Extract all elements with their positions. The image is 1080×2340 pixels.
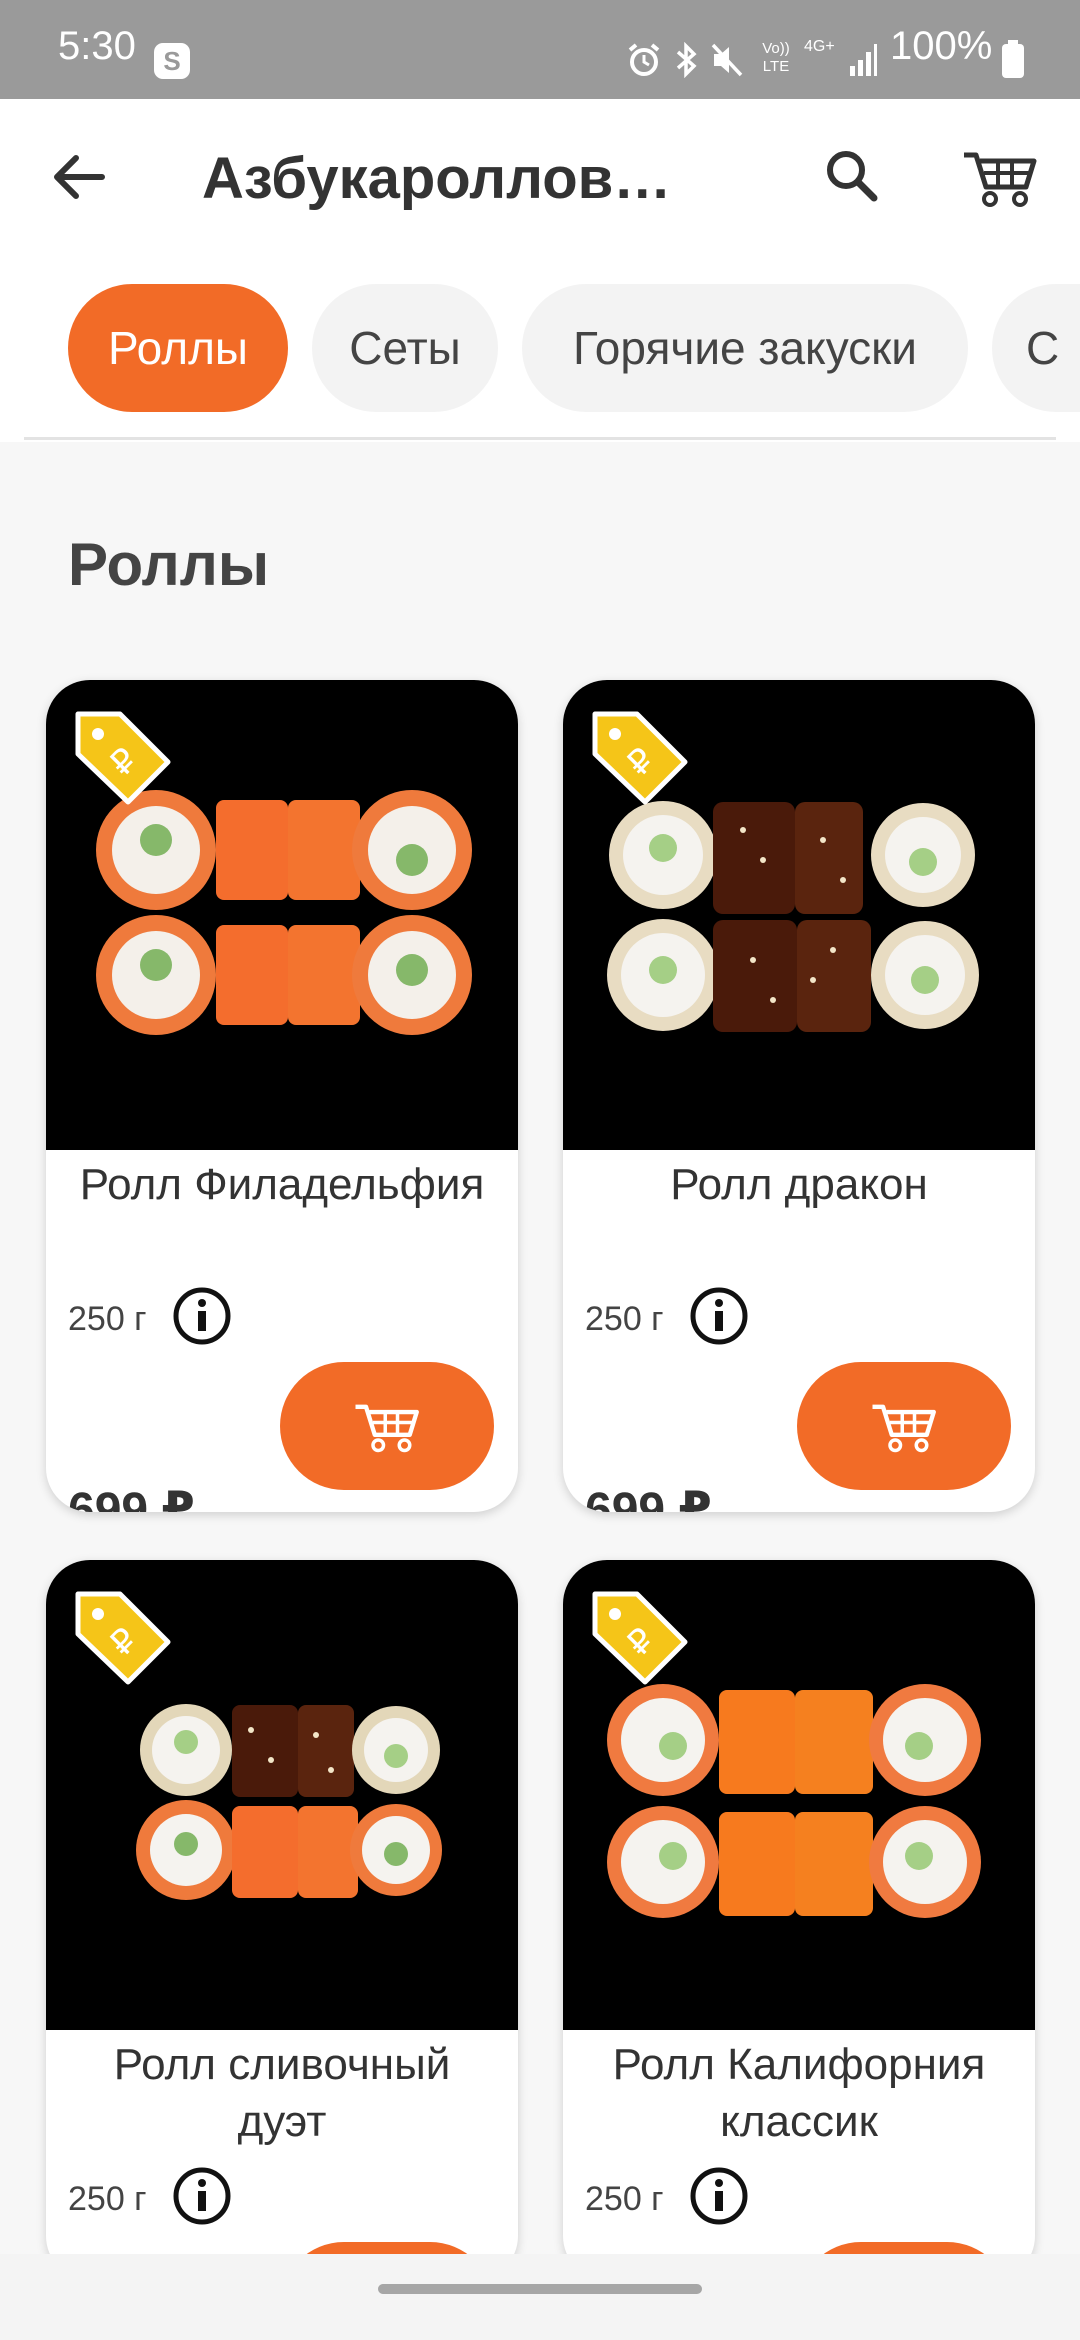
status-time: 5:30	[58, 24, 136, 68]
mute-icon	[710, 42, 744, 83]
product-name: Ролл сливочный дуэт	[113, 2040, 451, 2146]
product-image[interactable]: ₽	[563, 680, 1035, 1150]
product-card[interactable]: ₽ Ролл Калифорния классик 250 г	[563, 1560, 1035, 2280]
bluetooth-icon	[672, 41, 700, 83]
product-weight: 250 г	[585, 1300, 664, 1338]
signal-icon	[848, 42, 878, 83]
product-card[interactable]: ₽ Ролл дракон 250 г 699 ₽	[563, 680, 1035, 1512]
discount-tag-icon: ₽	[592, 1591, 688, 1685]
info-icon[interactable]	[172, 2166, 232, 2226]
product-weight: 250 г	[585, 2180, 664, 2218]
tab-rolls[interactable]: Роллы	[68, 284, 288, 412]
tab-partial[interactable]: С	[992, 284, 1080, 412]
product-price: 699 ₽	[585, 1484, 712, 1512]
product-image[interactable]: ₽	[46, 680, 518, 1150]
info-icon[interactable]	[689, 1286, 749, 1346]
discount-tag-icon: ₽	[592, 711, 688, 805]
product-weight: 250 г	[68, 1300, 147, 1338]
tab-sets[interactable]: Сеты	[312, 284, 498, 412]
cart-icon	[355, 1404, 419, 1453]
search-button[interactable]	[816, 141, 888, 213]
alarm-icon	[626, 42, 662, 83]
home-indicator[interactable]	[378, 2284, 702, 2294]
add-to-cart-button[interactable]	[280, 1362, 494, 1490]
volte-label: Vo)) LTE	[762, 40, 790, 75]
back-arrow-icon	[54, 155, 105, 199]
cart-icon	[964, 152, 1037, 207]
network-type-label: 4G+	[804, 38, 835, 55]
product-name: Ролл Калифорния классик	[612, 2040, 986, 2146]
product-card[interactable]: ₽ Ролл Филадельфия 250 г 699 ₽	[46, 680, 518, 1512]
product-image[interactable]: ₽	[46, 1560, 518, 2030]
back-button[interactable]	[44, 141, 116, 213]
tab-hot-snacks[interactable]: Горячие закуски	[522, 284, 968, 412]
cart-icon	[872, 1404, 936, 1453]
skype-notification-icon: S	[154, 43, 190, 79]
category-tabs: Роллы Сеты Горячие закуски С	[0, 262, 1080, 442]
info-icon[interactable]	[689, 2166, 749, 2226]
search-icon	[827, 151, 878, 202]
battery-percent: 100%	[890, 24, 993, 68]
product-price: 699 ₽	[68, 1484, 195, 1512]
system-navigation-bar	[0, 2254, 1080, 2340]
status-icons: Vo)) LTE 4G+	[626, 38, 896, 83]
add-to-cart-button[interactable]	[797, 1362, 1011, 1490]
discount-tag-icon: ₽	[75, 711, 171, 805]
product-name: Ролл дракон	[670, 1160, 928, 1209]
tabs-divider	[24, 437, 1056, 440]
section-title: Роллы	[68, 531, 270, 598]
product-card[interactable]: ₽ Ролл сливочный дуэт 250 г	[46, 1560, 518, 2280]
battery-icon	[1002, 40, 1024, 78]
product-image[interactable]: ₽	[563, 1560, 1035, 2030]
discount-tag-icon: ₽	[75, 1591, 171, 1685]
status-bar: 5:30 S Vo)) LTE 4G+ 100%	[0, 0, 1080, 99]
info-icon[interactable]	[172, 1286, 232, 1346]
app-bar: Азбукароллов…	[0, 99, 1080, 262]
product-name: Ролл Филадельфия	[79, 1160, 485, 1209]
page-title: Азбукароллов…	[202, 146, 672, 211]
product-weight: 250 г	[68, 2180, 147, 2218]
cart-button[interactable]	[960, 141, 1040, 213]
